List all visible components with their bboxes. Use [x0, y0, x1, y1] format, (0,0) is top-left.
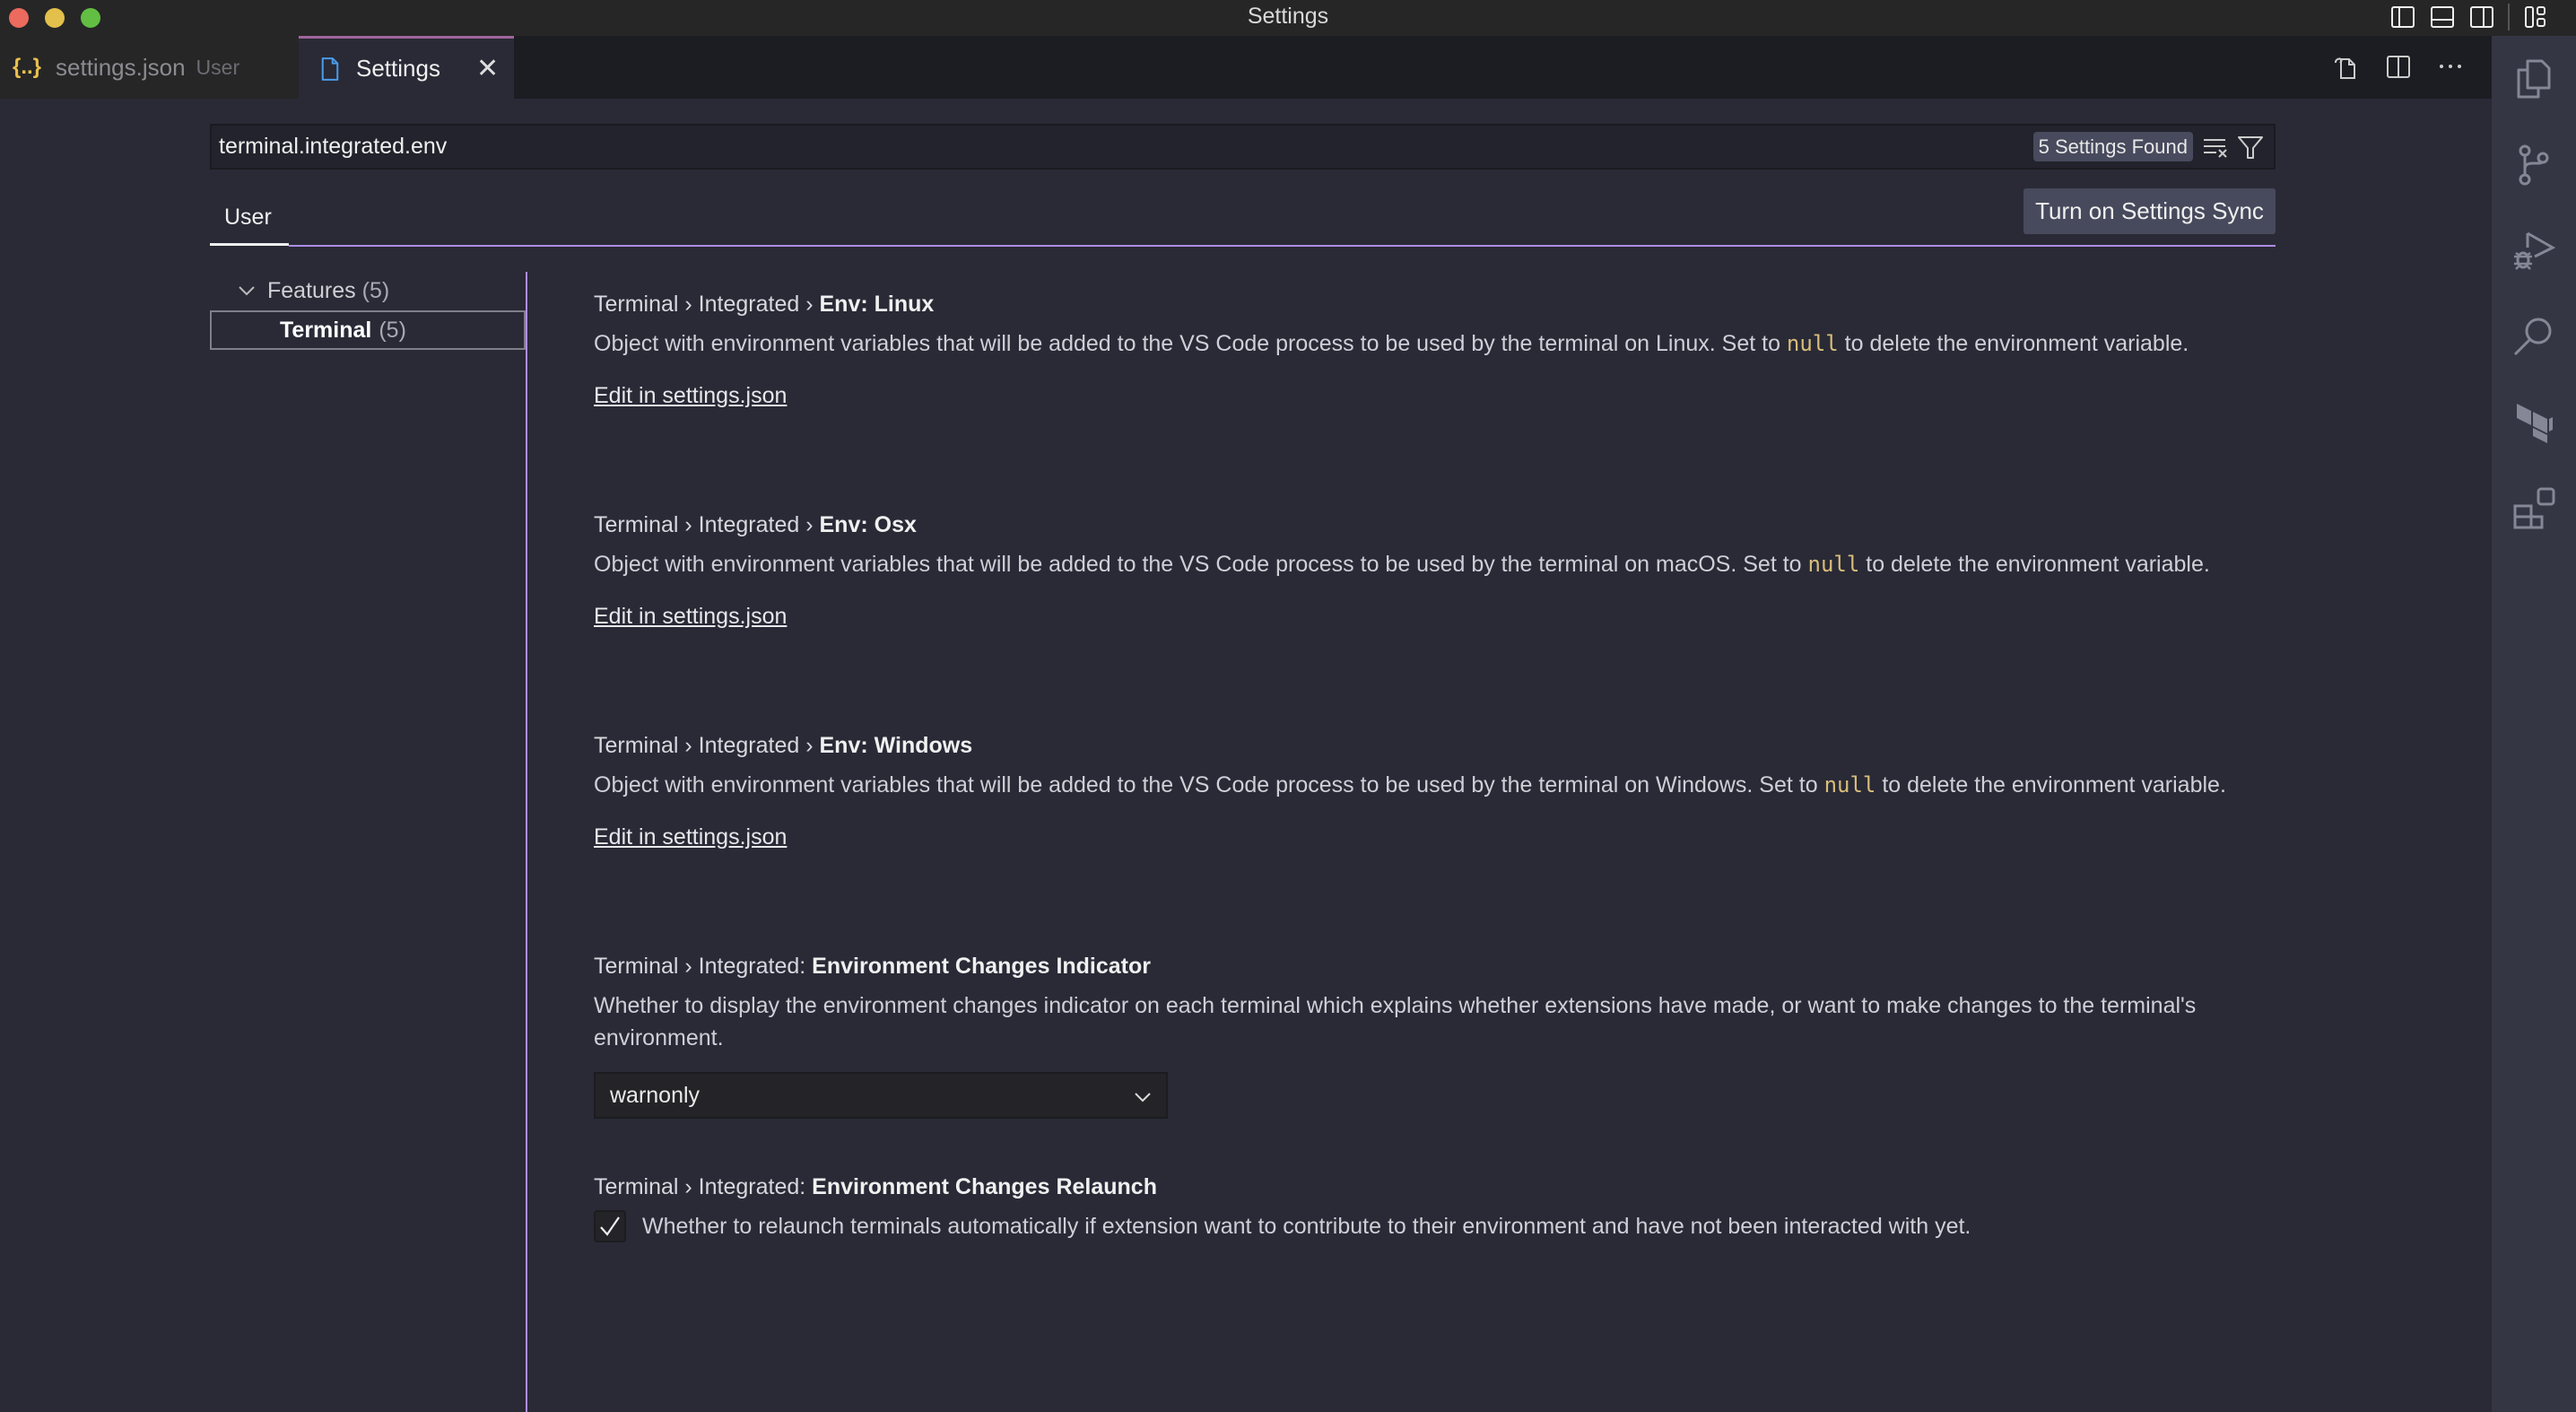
edit-in-settings-json-link[interactable]: Edit in settings.json: [594, 383, 787, 409]
close-tab-icon[interactable]: ✕: [476, 53, 499, 84]
setting-category: Terminal › Integrated:: [594, 954, 813, 979]
turn-on-settings-sync-button[interactable]: Turn on Settings Sync: [2023, 188, 2276, 234]
setting-key: Env: Windows: [819, 733, 973, 758]
extensions-icon[interactable]: [2511, 486, 2556, 531]
tab-label: Settings: [356, 55, 440, 82]
tab-settings-json[interactable]: {..} settings.json User: [0, 36, 299, 99]
setting-description: Object with environment variables that w…: [594, 769, 2244, 801]
setting-category: Terminal › Integrated:: [594, 1174, 813, 1199]
toc-label: Terminal: [280, 317, 372, 343]
setting-env-linux: Terminal › Integrated › Env: Linux Objec…: [594, 292, 2244, 512]
json-braces-icon: {..}: [13, 55, 42, 79]
chevron-down-icon: [239, 286, 255, 296]
setting-env-osx: Terminal › Integrated › Env: Osx Object …: [594, 512, 2244, 733]
setting-category: Terminal › Integrated ›: [594, 292, 820, 317]
edit-in-settings-json-link[interactable]: Edit in settings.json: [594, 604, 787, 630]
chevron-down-icon: [1135, 1093, 1151, 1103]
code-null: null: [1807, 552, 1860, 577]
editor-tab-bar: {..} settings.json User Settings ✕: [0, 36, 2492, 99]
search-icon[interactable]: [2511, 314, 2556, 359]
settings-found-badge: 5 Settings Found: [2032, 132, 2193, 161]
filter-icon[interactable]: [2236, 133, 2265, 161]
settings-list: Terminal › Integrated › Env: Linux Objec…: [594, 292, 2244, 1242]
customize-layout-icon[interactable]: [2522, 4, 2549, 31]
setting-key: Env: Linux: [819, 292, 935, 317]
settings-search-box: 5 Settings Found: [210, 124, 2276, 170]
terraform-icon[interactable]: [2511, 400, 2556, 445]
setting-title: Terminal › Integrated › Env: Windows: [594, 733, 2244, 769]
checkbox-row: Whether to relaunch terminals automatica…: [594, 1210, 2244, 1242]
toc-count: (5): [379, 317, 406, 343]
layout-controls: [2389, 4, 2549, 31]
setting-environment-changes-relaunch: Terminal › Integrated: Environment Chang…: [594, 1174, 2244, 1242]
setting-description: Object with environment variables that w…: [594, 327, 2244, 360]
layout-separator: [2508, 4, 2510, 31]
select-value: warnonly: [610, 1083, 701, 1108]
editor-actions: [2332, 52, 2465, 81]
settings-search-input[interactable]: [219, 126, 1923, 168]
setting-key: Environment Changes Indicator: [812, 954, 1152, 979]
toc-label: Features: [267, 277, 356, 303]
run-and-debug-icon[interactable]: [2511, 228, 2556, 273]
setting-description: Object with environment variables that w…: [594, 548, 2244, 580]
toc-item-terminal[interactable]: Terminal (5): [210, 310, 526, 350]
toc-item-features[interactable]: Features (5): [210, 271, 526, 310]
window-title: Settings: [1247, 4, 1329, 29]
environment-changes-indicator-select[interactable]: warnonly: [594, 1072, 1168, 1119]
setting-category: Terminal › Integrated ›: [594, 733, 820, 758]
setting-description: Whether to display the environment chang…: [594, 993, 2197, 1050]
split-editor-icon[interactable]: [2384, 52, 2413, 81]
clear-filter-icon[interactable]: [2202, 135, 2229, 160]
description-text: to delete the environment variable.: [1838, 331, 2189, 356]
setting-title: Terminal › Integrated › Env: Osx: [594, 512, 2244, 548]
setting-title: Terminal › Integrated › Env: Linux: [594, 292, 2244, 327]
environment-changes-relaunch-checkbox[interactable]: [594, 1210, 626, 1242]
title-bar: Settings: [0, 0, 2576, 36]
setting-environment-changes-indicator: Terminal › Integrated: Environment Chang…: [594, 954, 2244, 1174]
edit-in-settings-json-link[interactable]: Edit in settings.json: [594, 824, 787, 850]
setting-title: Terminal › Integrated: Environment Chang…: [594, 1174, 2244, 1210]
setting-description: Whether to relaunch terminals automatica…: [642, 1214, 1971, 1239]
toc-count: (5): [361, 277, 390, 303]
code-null: null: [1823, 772, 1876, 798]
description-text: Object with environment variables that w…: [594, 331, 1787, 356]
code-null: null: [1786, 331, 1839, 356]
toc-divider: [526, 272, 527, 1412]
description-text: to delete the environment variable.: [1875, 772, 2226, 798]
setting-title: Terminal › Integrated: Environment Chang…: [594, 954, 2244, 989]
setting-env-windows: Terminal › Integrated › Env: Windows Obj…: [594, 733, 2244, 954]
explorer-icon[interactable]: [2511, 56, 2556, 100]
tab-label: settings.json: [56, 53, 186, 81]
tab-settings[interactable]: Settings ✕: [299, 36, 514, 99]
checkmark-icon: [600, 1216, 620, 1236]
toggle-primary-sidebar-icon[interactable]: [2389, 4, 2416, 31]
description-text: to delete the environment variable.: [1859, 552, 2210, 577]
activity-bar: [2492, 36, 2576, 1412]
description-text: Object with environment variables that w…: [594, 772, 1824, 798]
setting-key: Env: Osx: [819, 512, 917, 537]
setting-key: Environment Changes Relaunch: [812, 1174, 1157, 1199]
settings-toc: Features (5) Terminal (5): [210, 271, 526, 350]
tab-user-settings[interactable]: User: [224, 205, 272, 231]
source-control-icon[interactable]: [2511, 142, 2556, 187]
file-icon: [321, 57, 339, 81]
active-scope-indicator: [210, 243, 289, 246]
open-settings-json-icon[interactable]: [2332, 52, 2361, 81]
tab-description: User: [196, 55, 240, 79]
toggle-secondary-sidebar-icon[interactable]: [2468, 4, 2495, 31]
description-text: Object with environment variables that w…: [594, 552, 1808, 577]
more-actions-icon[interactable]: [2436, 52, 2465, 81]
settings-header-divider: [289, 245, 2276, 247]
setting-category: Terminal › Integrated ›: [594, 512, 820, 537]
toggle-panel-icon[interactable]: [2429, 4, 2456, 31]
